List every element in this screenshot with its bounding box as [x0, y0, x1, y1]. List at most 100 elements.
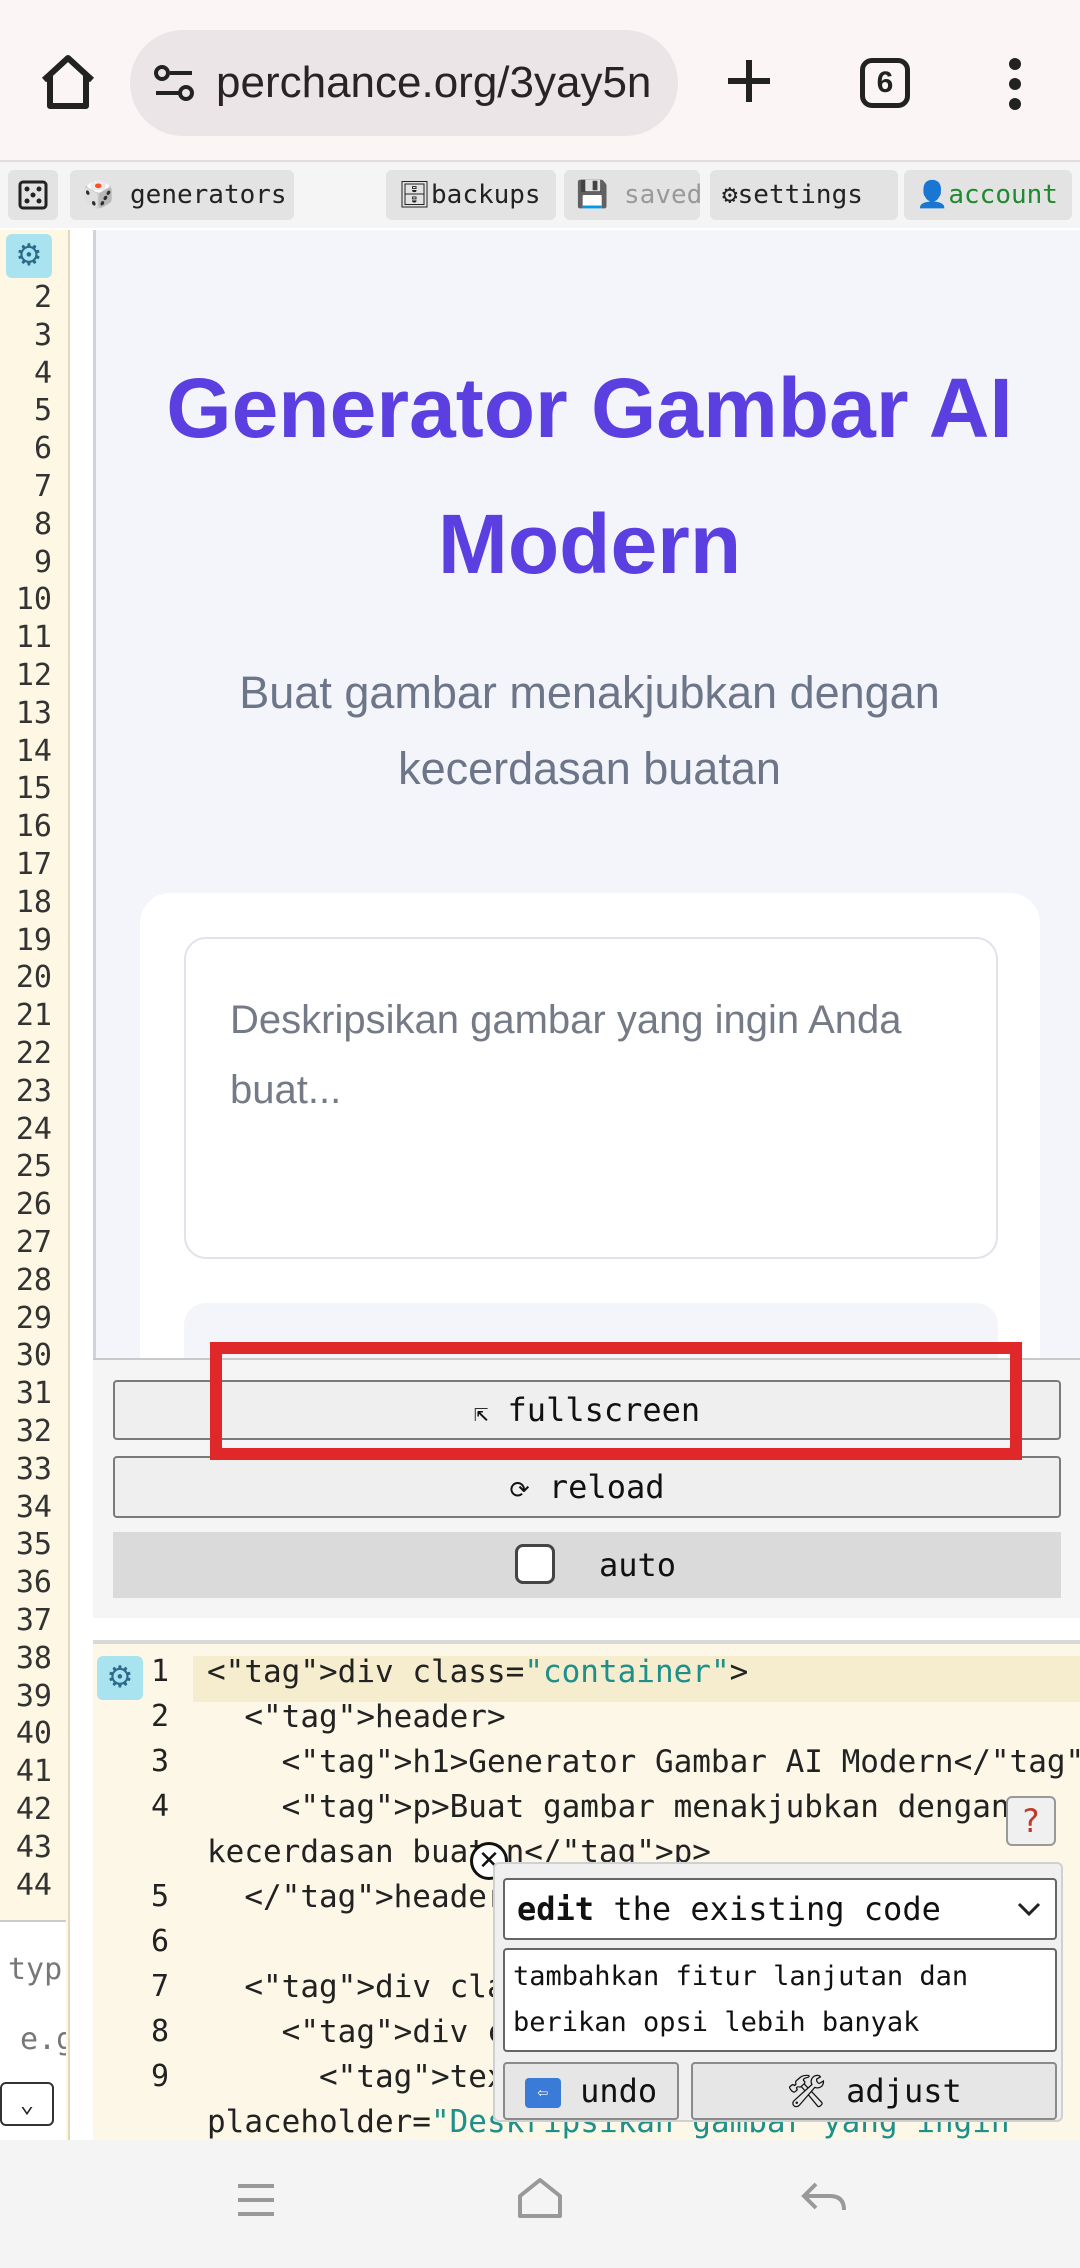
auto-checkbox[interactable]: [515, 1544, 555, 1584]
gutter-line-number: 32: [15, 1414, 52, 1449]
gear-icon: ⚙: [722, 180, 738, 210]
edit-mode-select[interactable]: edit the existing code: [503, 1878, 1057, 1940]
new-tab-icon[interactable]: [724, 56, 774, 106]
gutter-line-number: 6: [33, 431, 52, 467]
code-line-number: 3: [150, 1744, 169, 1779]
gutter-line-number: 9: [33, 544, 52, 580]
reload-icon: ⟳: [509, 1476, 530, 1504]
user-icon: 👤: [916, 180, 949, 210]
mode-rest: the existing code: [594, 1890, 941, 1928]
account-button[interactable]: 👤account: [904, 170, 1072, 220]
gutter-line-number: 34: [15, 1489, 52, 1525]
gutter-line-number: 42: [15, 1792, 52, 1827]
instruction-textarea[interactable]: tambahkan fitur lanjutan dan berikan ops…: [503, 1948, 1057, 2052]
tab-switcher-button[interactable]: 6: [860, 58, 910, 108]
resize-handle[interactable]: [68, 1140, 70, 1250]
gutter-line-number: 40: [15, 1716, 52, 1752]
more-menu-icon[interactable]: [1000, 56, 1030, 112]
gutter-line-number: 29: [15, 1300, 52, 1336]
gutter-line-number: 7: [33, 469, 52, 504]
code-line-number: 9: [150, 2059, 169, 2094]
gutter-line-number: 33: [15, 1451, 52, 1487]
gutter-line-number: 36: [15, 1565, 52, 1601]
fragment-text-1: typ: [8, 1952, 63, 1987]
code-line-number: 2: [150, 1699, 169, 1734]
site-settings-icon[interactable]: [152, 60, 198, 106]
secondary-input-fragment: typ e.g ⌄: [0, 1920, 66, 2140]
reload-button[interactable]: ⟳ reload: [113, 1456, 1061, 1518]
gutter-line-number: 30: [15, 1338, 52, 1374]
gutter-line-number: 12: [15, 658, 52, 693]
backups-label: backups: [431, 180, 541, 210]
gutter-line-number: 25: [15, 1149, 52, 1185]
gutter-line-number: 22: [15, 1036, 52, 1071]
adjust-button[interactable]: 🛠 adjust: [691, 2062, 1057, 2120]
code-line: <"tag">header>: [207, 1699, 506, 1735]
generators-label: generators: [130, 180, 287, 210]
reload-label: reload: [548, 1468, 665, 1506]
auto-label: auto: [599, 1546, 677, 1584]
prompt-card: Deskripsikan gambar yang ingin Anda buat…: [140, 893, 1040, 1358]
gutter-line-number: 19: [15, 922, 52, 958]
code-line-number: 7: [150, 1969, 169, 2004]
tools-icon: 🛠: [786, 2072, 827, 2110]
backups-button[interactable]: 🗄backups: [386, 170, 556, 220]
gutter-line-number: 8: [33, 506, 52, 542]
home-icon[interactable]: [36, 50, 100, 114]
settings-label: settings: [737, 180, 863, 210]
ai-edit-panel: edit the existing code tambahkan fitur l…: [493, 1862, 1063, 2122]
generator-preview: Generator Gambar AI Modern Buat gambar m…: [93, 230, 1080, 1358]
gutter-line-number: 20: [15, 960, 52, 996]
adjust-label: adjust: [846, 2072, 962, 2110]
gutter-line-number: 18: [15, 884, 52, 920]
saved-button[interactable]: 💾 saved: [564, 170, 702, 220]
code-line-number: 4: [150, 1789, 169, 1824]
random-dice-button[interactable]: [8, 170, 58, 220]
auto-toggle-row[interactable]: auto: [113, 1532, 1061, 1598]
home-nav-icon[interactable]: [516, 2174, 564, 2222]
back-arrow-icon: ⇦: [524, 2078, 561, 2108]
gutter-line-number: 31: [15, 1376, 52, 1412]
browser-toolbar: perchance.org/3yay5n 6: [0, 0, 1080, 160]
gutter-line-number: 14: [15, 733, 52, 769]
code-line: <"tag">p>Buat gambar menakjubkan dengan: [207, 1789, 1010, 1825]
recents-icon[interactable]: [234, 2180, 278, 2220]
gutter-line-number: 41: [15, 1754, 52, 1790]
gutter-line-number: 23: [15, 1073, 52, 1109]
mode-bold: edit: [517, 1890, 595, 1928]
gutter-line-number: 44: [15, 1867, 52, 1903]
address-bar[interactable]: perchance.org/3yay5n: [130, 30, 678, 136]
editor-settings-gear-icon[interactable]: ⚙: [6, 234, 52, 278]
chevron-down-icon: [1015, 1880, 1043, 1956]
gutter-line-number: 2: [33, 280, 52, 315]
perchance-toolbar: 🎲 generators 🗄backups 💾 saved ⚙settings …: [0, 160, 1080, 228]
gutter-line-number: 5: [33, 393, 52, 429]
prompt-textarea[interactable]: Deskripsikan gambar yang ingin Anda buat…: [184, 937, 998, 1259]
help-button[interactable]: ?: [1006, 1796, 1056, 1846]
code-line: <"tag">h1>Generator Gambar AI Modern</"t…: [207, 1744, 1080, 1780]
gutter-line-number: 3: [33, 317, 52, 353]
code-line-number: 8: [150, 2014, 169, 2049]
gutter-line-number: 26: [15, 1187, 52, 1223]
gutter-line-number: 10: [15, 582, 52, 618]
gutter-line-number: 43: [15, 1829, 52, 1865]
html-editor-gutter: ⚙ 2 3 4 5 6 7 8 9 10 11 12 13 14 15 16 17 18 19 20 21 22 23 24…: [0, 230, 70, 2140]
gutter-line-number: 37: [15, 1603, 52, 1638]
gutter-line-number: 27: [15, 1225, 52, 1260]
fragment-dropdown[interactable]: ⌄: [0, 2082, 54, 2126]
code-line-number: 5: [150, 1879, 169, 1914]
gutter-line-number: 39: [15, 1678, 52, 1714]
undo-label: undo: [580, 2072, 658, 2110]
code-line-number: 1: [150, 1654, 169, 1689]
gutter-line-number: 38: [15, 1640, 52, 1676]
page-title: Generator Gambar AI Modern: [166, 361, 1013, 591]
gutter-line-number: 21: [15, 998, 52, 1034]
code-line: <"tag">div class="container">: [207, 1654, 749, 1690]
gutter-line-number: 35: [15, 1527, 52, 1563]
undo-button[interactable]: ⇦ undo: [503, 2062, 679, 2120]
generators-button[interactable]: 🎲 generators: [70, 170, 294, 220]
url-text[interactable]: perchance.org/3yay5n: [216, 58, 666, 108]
settings-button[interactable]: ⚙settings: [710, 170, 898, 220]
back-icon[interactable]: [800, 2178, 848, 2218]
fragment-text-2: e.g: [20, 2022, 66, 2057]
